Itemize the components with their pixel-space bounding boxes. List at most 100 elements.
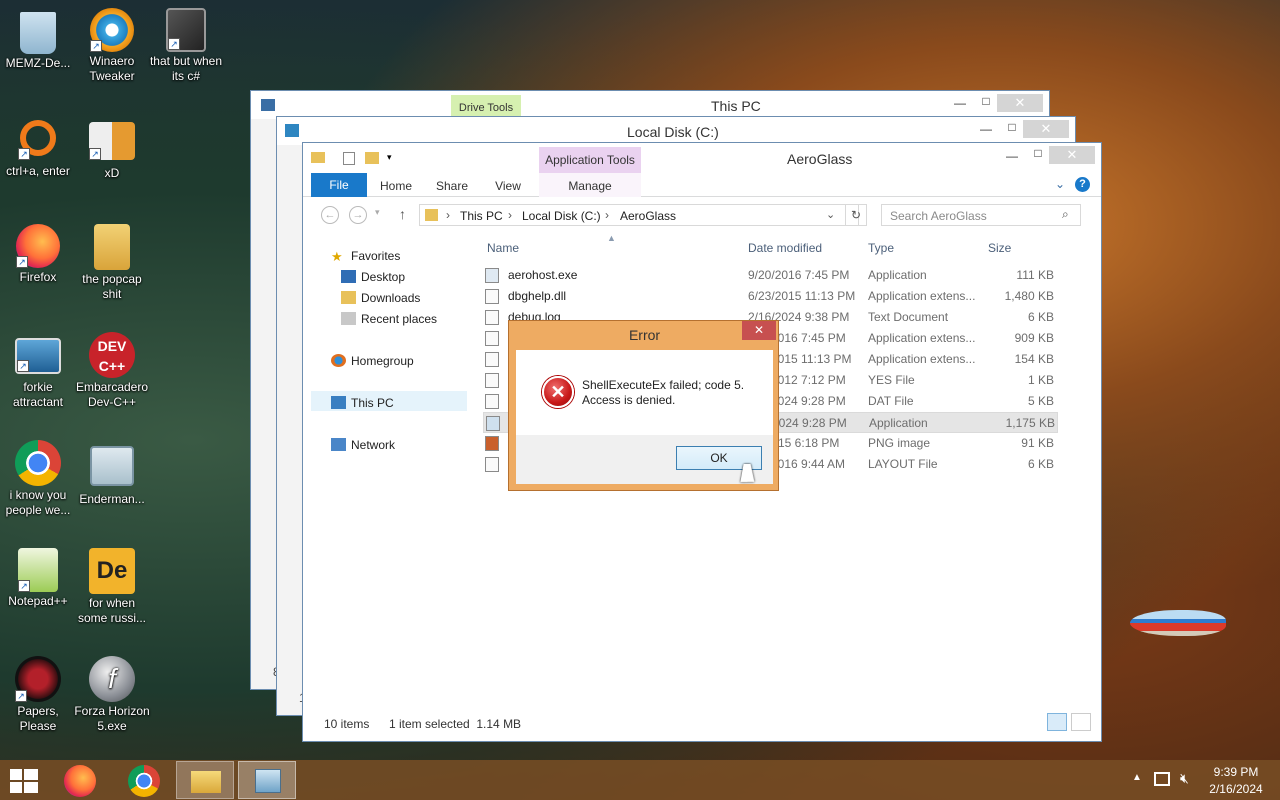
hxd-icon: ↗ bbox=[89, 122, 135, 160]
minimize-button[interactable]: — bbox=[999, 149, 1025, 167]
quick-access-icons[interactable] bbox=[261, 99, 351, 111]
taskbar-chrome-icon[interactable] bbox=[128, 765, 160, 797]
tab-share[interactable]: Share bbox=[427, 173, 477, 197]
desktop-icon-memz[interactable]: MEMZ-De... bbox=[0, 8, 76, 71]
desktop-icon-xd[interactable]: ↗ xD bbox=[74, 116, 150, 181]
up-button[interactable]: ↑ bbox=[399, 206, 406, 222]
stacked-windows-icon: ↗ bbox=[166, 8, 206, 52]
desktop-icon-papers-please[interactable]: ↗ Papers, Please bbox=[0, 656, 76, 734]
taskbar-firefox-icon[interactable] bbox=[64, 765, 96, 797]
dialog-close-button[interactable]: ✕ bbox=[742, 321, 776, 340]
desktop-icon-ctrl-a[interactable]: ↗ ctrl+a, enter bbox=[0, 116, 76, 179]
status-bar: 10 items 1 item selected 1.14 MB bbox=[303, 713, 1101, 741]
clock-time[interactable]: 9:39 PM bbox=[1204, 765, 1268, 779]
window-title: Local Disk (C:) bbox=[627, 124, 719, 140]
breadcrumb-this-pc[interactable]: This PC bbox=[460, 209, 503, 223]
file-row[interactable]: dbghelp.dll 6/23/2015 11:13 PM Application… bbox=[483, 286, 1058, 307]
desktop-icon-popcap[interactable]: the popcap shit bbox=[74, 224, 150, 302]
back-button[interactable]: ← bbox=[321, 206, 339, 224]
forward-button[interactable]: → bbox=[349, 206, 367, 224]
desktop-icon-forza[interactable]: f Forza Horizon 5.exe bbox=[74, 656, 150, 734]
folder-icon bbox=[425, 209, 438, 221]
column-header-type[interactable]: Type bbox=[868, 241, 894, 255]
taskbar-file-explorer-button[interactable] bbox=[176, 761, 234, 799]
minimize-button[interactable]: — bbox=[947, 96, 973, 114]
breadcrumb-sep-icon: › bbox=[508, 208, 512, 222]
nav-desktop[interactable]: Desktop bbox=[341, 270, 405, 284]
nav-this-pc[interactable]: This PC bbox=[331, 396, 394, 410]
new-folder-icon[interactable] bbox=[365, 152, 379, 164]
maximize-button[interactable]: □ bbox=[973, 94, 999, 112]
desktop-icon-chrome[interactable]: i know you people we... bbox=[0, 440, 76, 518]
recent-locations-icon[interactable]: ▾ bbox=[375, 207, 380, 218]
maximize-button[interactable]: □ bbox=[1025, 146, 1051, 164]
item-count: 10 items bbox=[324, 717, 370, 731]
windows-start-icon[interactable] bbox=[10, 769, 38, 793]
desktop-icon-winaero[interactable]: ↗ Winaero Tweaker bbox=[74, 8, 150, 84]
desktop-icon-devcpp[interactable]: DEV C++ Embarcadero Dev-C++ bbox=[74, 332, 150, 410]
downloads-icon bbox=[341, 291, 356, 304]
address-dropdown-icon[interactable]: ⌄ bbox=[826, 208, 835, 221]
shortcut-arrow-icon: ↗ bbox=[18, 580, 30, 592]
search-box[interactable]: Search AeroGlass ⌕ bbox=[881, 204, 1081, 226]
nav-homegroup[interactable]: Homegroup bbox=[331, 354, 414, 368]
customize-quick-access-icon[interactable]: ▾ bbox=[387, 152, 392, 163]
minimize-button[interactable]: — bbox=[973, 122, 999, 140]
large-icons-view-icon[interactable] bbox=[1071, 713, 1091, 731]
breadcrumb-local-disk[interactable]: Local Disk (C:) bbox=[522, 209, 601, 223]
maximize-button[interactable]: □ bbox=[999, 120, 1025, 138]
desktop-icon-firefox[interactable]: ↗ Firefox bbox=[0, 224, 76, 285]
desktop-icon-notepadpp[interactable]: ↗ Notepad++ bbox=[0, 548, 76, 609]
nav-network[interactable]: Network bbox=[331, 438, 395, 452]
star-icon: ★ bbox=[331, 249, 343, 264]
ribbon-tabs: File Home Share View Manage ⌄ ? bbox=[303, 173, 1101, 197]
tab-home[interactable]: Home bbox=[371, 173, 421, 197]
dialog-body: ✕ ShellExecuteEx failed; code 5. Access … bbox=[516, 350, 773, 435]
quick-access-icons[interactable] bbox=[285, 124, 380, 137]
shortcut-arrow-icon: ↗ bbox=[18, 148, 30, 160]
column-header-size[interactable]: Size bbox=[988, 241, 1011, 255]
volume-muted-icon[interactable]: 🔇︎ bbox=[1180, 770, 1189, 787]
taskbar-app-button[interactable] bbox=[238, 761, 296, 799]
column-header-name[interactable]: Name bbox=[487, 241, 519, 255]
tab-application-tools[interactable]: Application Tools bbox=[539, 147, 641, 173]
column-header-date[interactable]: Date modified bbox=[748, 241, 822, 255]
clock-date[interactable]: 2/16/2024 bbox=[1204, 782, 1268, 796]
homegroup-icon bbox=[331, 354, 346, 367]
desktop-icon-enderman[interactable]: Enderman... bbox=[74, 440, 150, 507]
breadcrumb-aeroglass[interactable]: AeroGlass bbox=[620, 209, 676, 223]
desktop-icon-forkie[interactable]: ↗ forkie attractant bbox=[0, 332, 76, 410]
close-button[interactable]: ✕ bbox=[997, 94, 1043, 112]
close-button[interactable]: ✕ bbox=[1023, 120, 1069, 138]
shortcut-arrow-icon: ↗ bbox=[168, 38, 180, 50]
nav-recent-places[interactable]: Recent places bbox=[341, 312, 437, 326]
desktop-icon-de[interactable]: De for when some russi... bbox=[74, 548, 150, 626]
close-button[interactable]: ✕ bbox=[1049, 146, 1095, 164]
help-icon[interactable]: ? bbox=[1075, 177, 1090, 192]
nav-downloads[interactable]: Downloads bbox=[341, 291, 420, 305]
properties-icon[interactable] bbox=[343, 152, 355, 165]
desktop-icon-that-but[interactable]: ↗ that but when its c# bbox=[148, 8, 224, 84]
refresh-button[interactable]: ↻ bbox=[845, 204, 867, 226]
generic-file-icon bbox=[485, 394, 499, 409]
file-row[interactable]: aerohost.exe 9/20/2016 7:45 PM Application… bbox=[483, 265, 1058, 286]
address-bar[interactable]: › This PC › Local Disk (C:) › AeroGlass … bbox=[419, 204, 859, 226]
tab-file[interactable]: File bbox=[311, 173, 367, 197]
search-input[interactable]: Search AeroGlass bbox=[890, 209, 987, 223]
app-icon bbox=[255, 769, 281, 793]
this-pc-titlebar: Drive Tools This PC — □ ✕ bbox=[251, 91, 1049, 119]
tab-view[interactable]: View bbox=[483, 173, 533, 197]
error-dialog[interactable]: Error ✕ ✕ ShellExecuteEx failed; code 5.… bbox=[508, 320, 779, 491]
chrome-icon bbox=[15, 440, 61, 486]
shortcut-arrow-icon: ↗ bbox=[17, 360, 29, 372]
ribbon-expand-icon[interactable]: ⌄ bbox=[1055, 177, 1065, 191]
nav-favorites[interactable]: ★ Favorites bbox=[331, 249, 400, 264]
window-app-icon bbox=[90, 446, 134, 486]
show-hidden-icons-icon[interactable]: ▲ bbox=[1132, 772, 1142, 783]
dll-file-icon bbox=[485, 289, 499, 304]
details-view-icon[interactable] bbox=[1047, 713, 1067, 731]
network-tray-icon[interactable] bbox=[1154, 772, 1170, 786]
window-title: This PC bbox=[711, 98, 761, 114]
tab-manage[interactable]: Manage bbox=[539, 173, 641, 197]
breadcrumb-sep-icon: › bbox=[446, 208, 450, 222]
